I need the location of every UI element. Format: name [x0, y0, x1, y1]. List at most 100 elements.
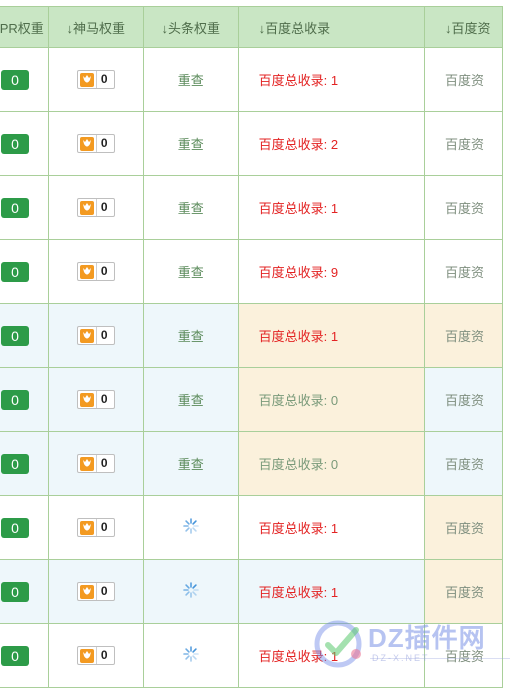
toutiao-cell	[142, 559, 239, 624]
table-row: 0 0 百度总收录: 1 百度资	[0, 495, 504, 560]
shenma-badge[interactable]: 0	[76, 454, 115, 473]
shenma-value: 0	[95, 71, 114, 88]
shenma-logo-icon	[79, 392, 94, 407]
baidu-resource-cell: 百度资	[423, 495, 504, 560]
baidu-total-link[interactable]: 百度总收录: 1	[259, 649, 338, 664]
shenma-badge[interactable]: 0	[76, 326, 115, 345]
shenma-badge[interactable]: 0	[76, 262, 115, 281]
baidu-resource-link[interactable]: 百度资	[445, 73, 484, 88]
pr-badge: 0	[1, 389, 29, 410]
pr-badge: 0	[1, 581, 29, 602]
pr-cell: 0	[0, 623, 49, 688]
shenma-cell: 0	[47, 495, 144, 560]
baidu-resource-cell: 百度资	[423, 175, 504, 240]
baidu-total-cell: 百度总收录: 1	[237, 303, 425, 368]
shenma-badge[interactable]: 0	[76, 134, 115, 153]
shenma-logo-icon	[79, 200, 94, 215]
baidu-resource-link[interactable]: 百度资	[445, 393, 484, 408]
shenma-badge[interactable]: 0	[76, 390, 115, 409]
loading-spinner-icon	[182, 646, 199, 665]
baidu-resource-cell: 百度资	[423, 367, 504, 432]
toutiao-cell: 重查	[142, 303, 239, 368]
toutiao-cell: 重查	[142, 111, 239, 176]
pr-badge: 0	[1, 325, 29, 346]
pr-cell: 0	[0, 47, 49, 112]
recheck-link[interactable]: 重查	[178, 457, 204, 472]
header-baidu-total[interactable]: ↓百度总收录	[237, 6, 425, 48]
table-row: 0 0 重查 百度总收录: 1 百度资	[0, 47, 504, 112]
shenma-value: 0	[95, 135, 114, 152]
table-row: 0 0 重查 百度总收录: 0 百度资	[0, 367, 504, 432]
baidu-total-cell: 百度总收录: 1	[237, 559, 425, 624]
header-toutiao[interactable]: ↓头条权重	[142, 6, 239, 48]
shenma-value: 0	[95, 519, 114, 536]
header-baidu-resource[interactable]: ↓百度资	[423, 6, 504, 48]
shenma-value: 0	[95, 199, 114, 216]
baidu-total-cell: 百度总收录: 2	[237, 111, 425, 176]
baidu-total-link[interactable]: 百度总收录: 9	[259, 265, 338, 280]
toutiao-cell: 重查	[142, 367, 239, 432]
baidu-resource-link[interactable]: 百度资	[445, 521, 484, 536]
table-row: 0 0 重查 百度总收录: 0 百度资	[0, 431, 504, 496]
shenma-logo-icon	[79, 328, 94, 343]
shenma-cell: 0	[47, 623, 144, 688]
shenma-badge[interactable]: 0	[76, 70, 115, 89]
pr-badge: 0	[1, 261, 29, 282]
baidu-resource-cell: 百度资	[423, 111, 504, 176]
baidu-total-link[interactable]: 百度总收录: 0	[259, 457, 338, 472]
pr-cell: 0	[0, 111, 49, 176]
baidu-resource-link[interactable]: 百度资	[445, 649, 484, 664]
baidu-total-link[interactable]: 百度总收录: 1	[259, 329, 338, 344]
pr-cell: 0	[0, 303, 49, 368]
shenma-cell: 0	[47, 559, 144, 624]
baidu-total-link[interactable]: 百度总收录: 1	[259, 585, 338, 600]
pr-cell: 0	[0, 239, 49, 304]
shenma-badge[interactable]: 0	[76, 518, 115, 537]
shenma-logo-icon	[79, 136, 94, 151]
baidu-total-link[interactable]: 百度总收录: 1	[259, 201, 338, 216]
baidu-resource-link[interactable]: 百度资	[445, 137, 484, 152]
table-header-row: PR权重 ↓神马权重 ↓头条权重 ↓百度总收录 ↓百度资	[0, 6, 504, 48]
baidu-resource-link[interactable]: 百度资	[445, 201, 484, 216]
baidu-total-link[interactable]: 百度总收录: 0	[259, 393, 338, 408]
shenma-value: 0	[95, 583, 114, 600]
baidu-total-cell: 百度总收录: 9	[237, 239, 425, 304]
recheck-link[interactable]: 重查	[178, 329, 204, 344]
toutiao-cell: 重查	[142, 431, 239, 496]
header-shenma[interactable]: ↓神马权重	[47, 6, 144, 48]
baidu-total-link[interactable]: 百度总收录: 2	[259, 137, 338, 152]
baidu-total-link[interactable]: 百度总收录: 1	[259, 73, 338, 88]
baidu-resource-link[interactable]: 百度资	[445, 585, 484, 600]
pr-cell: 0	[0, 175, 49, 240]
baidu-resource-link[interactable]: 百度资	[445, 265, 484, 280]
table-row: 0 0 百度总收录: 1 百度资	[0, 623, 504, 688]
shenma-value: 0	[95, 391, 114, 408]
pr-badge: 0	[1, 197, 29, 218]
baidu-total-cell: 百度总收录: 1	[237, 175, 425, 240]
baidu-resource-cell: 百度资	[423, 239, 504, 304]
baidu-resource-link[interactable]: 百度资	[445, 457, 484, 472]
recheck-link[interactable]: 重查	[178, 265, 204, 280]
recheck-link[interactable]: 重查	[178, 201, 204, 216]
recheck-link[interactable]: 重查	[178, 73, 204, 88]
recheck-link[interactable]: 重查	[178, 393, 204, 408]
shenma-value: 0	[95, 327, 114, 344]
shenma-logo-icon	[79, 456, 94, 471]
table-row: 0 0 百度总收录: 1 百度资	[0, 559, 504, 624]
shenma-cell: 0	[47, 431, 144, 496]
baidu-resource-link[interactable]: 百度资	[445, 329, 484, 344]
shenma-badge[interactable]: 0	[76, 198, 115, 217]
shenma-badge[interactable]: 0	[76, 646, 115, 665]
baidu-total-cell: 百度总收录: 1	[237, 47, 425, 112]
header-pr[interactable]: PR权重	[0, 6, 49, 48]
pr-badge: 0	[1, 133, 29, 154]
baidu-total-link[interactable]: 百度总收录: 1	[259, 521, 338, 536]
shenma-value: 0	[95, 647, 114, 664]
shenma-badge[interactable]: 0	[76, 582, 115, 601]
loading-spinner-icon	[182, 518, 199, 537]
pr-cell: 0	[0, 495, 49, 560]
baidu-total-cell: 百度总收录: 0	[237, 431, 425, 496]
recheck-link[interactable]: 重查	[178, 137, 204, 152]
toutiao-cell	[142, 495, 239, 560]
baidu-total-cell: 百度总收录: 1	[237, 623, 425, 688]
